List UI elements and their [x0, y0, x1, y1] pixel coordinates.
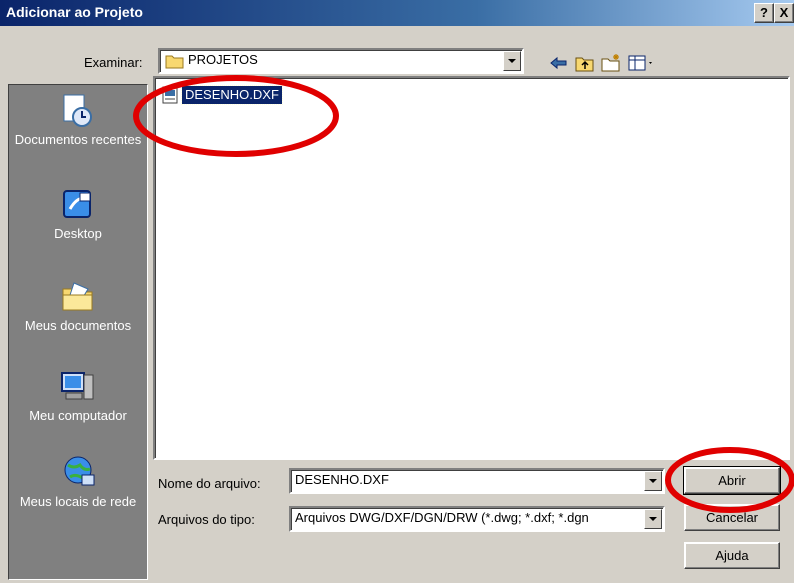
- lookin-label: Examinar:: [84, 55, 143, 70]
- file-name: DESENHO.DXF: [181, 85, 283, 105]
- sidebar-item-network[interactable]: Meus locais de rede: [9, 455, 147, 509]
- new-folder-icon[interactable]: [600, 52, 622, 74]
- help-button[interactable]: Ajuda: [684, 542, 780, 569]
- close-title-button[interactable]: X: [774, 3, 794, 23]
- filetype-dropdown-arrow[interactable]: [644, 509, 662, 529]
- my-computer-icon: [61, 372, 94, 400]
- dxf-file-icon: [162, 86, 178, 104]
- help-title-button[interactable]: ?: [754, 3, 774, 23]
- sidebar-item-mycomputer[interactable]: Meu computador: [9, 369, 147, 423]
- filename-field[interactable]: DESENHO.DXF: [289, 468, 665, 494]
- filename-value: DESENHO.DXF: [295, 472, 389, 487]
- up-folder-icon[interactable]: [574, 52, 596, 74]
- desktop-icon: [63, 190, 91, 218]
- network-places-icon: [64, 456, 95, 486]
- folder-icon: [165, 55, 184, 69]
- sidebar-item-desktop[interactable]: Desktop: [9, 187, 147, 241]
- open-button[interactable]: Abrir: [683, 466, 781, 495]
- view-menu-icon[interactable]: [626, 52, 656, 74]
- my-documents-icon: [62, 282, 93, 311]
- window-title: Adicionar ao Projeto: [6, 4, 143, 20]
- filename-dropdown-arrow[interactable]: [644, 471, 662, 491]
- back-arrow-icon[interactable]: [548, 52, 570, 74]
- filetype-value: Arquivos DWG/DXF/DGN/DRW (*.dwg; *.dxf; …: [295, 510, 589, 525]
- lookin-value: PROJETOS: [188, 52, 258, 67]
- filetype-label: Arquivos do tipo:: [158, 512, 255, 527]
- filetype-select[interactable]: Arquivos DWG/DXF/DGN/DRW (*.dwg; *.dxf; …: [289, 506, 665, 532]
- lookin-dropdown-arrow[interactable]: [503, 51, 521, 71]
- lookin-combo[interactable]: PROJETOS: [158, 48, 524, 74]
- sidebar-item-mydocs[interactable]: Meus documentos: [9, 279, 147, 333]
- recent-documents-icon: [63, 94, 92, 127]
- places-bar: Documentos recentes Desktop Meus documen…: [8, 84, 148, 580]
- sidebar-item-recent[interactable]: Documentos recentes: [9, 93, 147, 147]
- file-list[interactable]: DESENHO.DXF: [153, 76, 790, 460]
- cancel-button[interactable]: Cancelar: [684, 504, 780, 531]
- title-bar: Adicionar ao Projeto ? X: [0, 0, 794, 26]
- filename-label: Nome do arquivo:: [158, 476, 261, 491]
